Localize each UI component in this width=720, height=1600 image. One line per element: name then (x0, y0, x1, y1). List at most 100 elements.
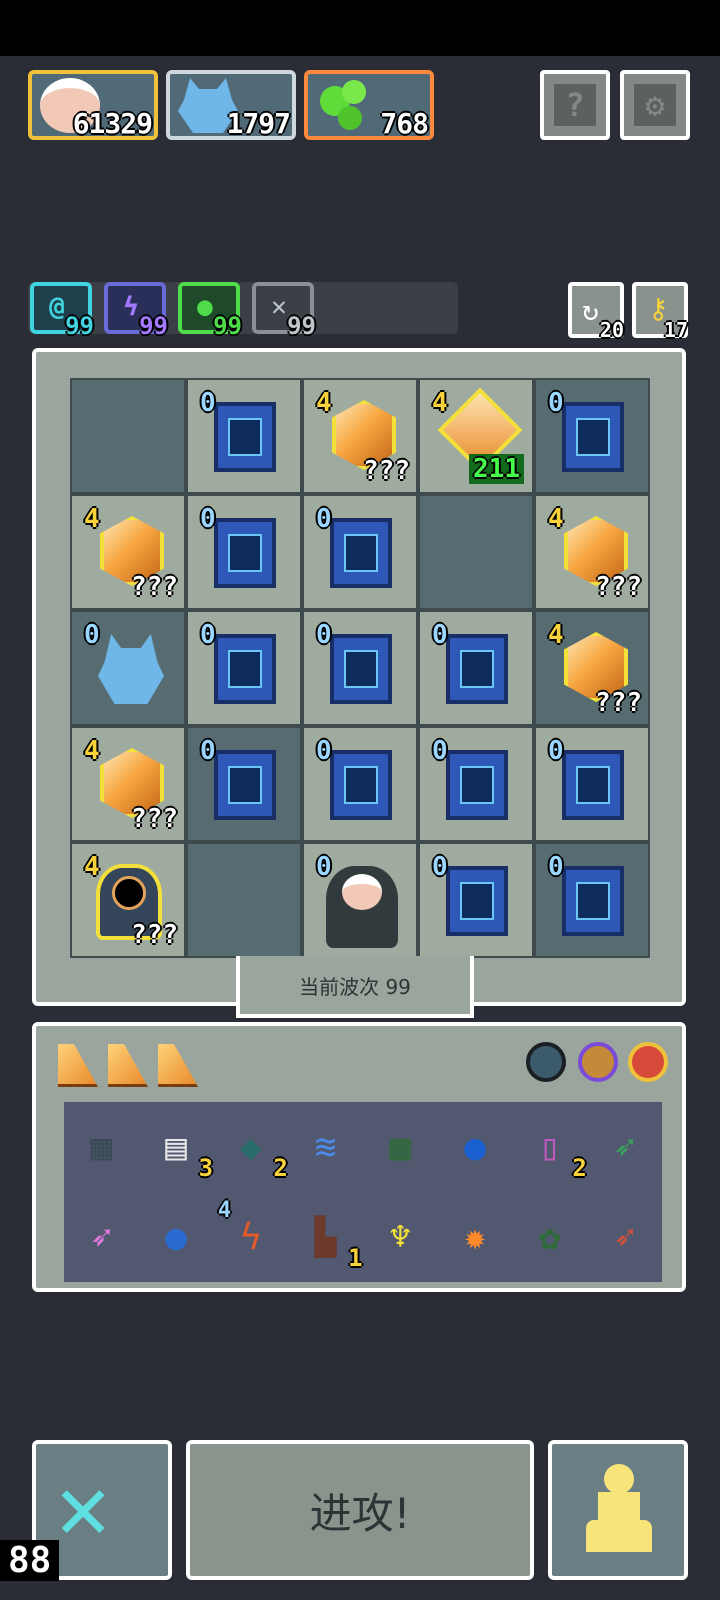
shrine-icon (562, 866, 624, 936)
board-cell-hero[interactable]: 0 (302, 842, 418, 958)
inventory-item-arrow-pink[interactable]: ➶ (72, 1208, 130, 1266)
cell-unknown-value: ??? (595, 572, 642, 602)
cell-level: 0 (200, 504, 216, 534)
scroll-icon: ▤ (165, 1126, 187, 1168)
shrine-icon (330, 634, 392, 704)
inventory-item-leaf-tile[interactable]: ▩ (371, 1118, 429, 1176)
shrine-icon (214, 518, 276, 588)
board-cell-empty[interactable] (418, 494, 534, 610)
cell-unknown-value: ??? (131, 920, 178, 950)
buff-lightning-value: 99 (139, 312, 168, 340)
board-cell-crystal[interactable]: 4??? (302, 378, 418, 494)
water-tile-icon: ● (464, 1126, 486, 1168)
resource-monster-value: 1797 (226, 107, 291, 140)
buff-lightning[interactable]: ϟ 99 (104, 282, 168, 340)
board-cell-empty[interactable] (70, 378, 186, 494)
cell-unknown-value: ??? (595, 688, 642, 718)
board-cell-crystal[interactable]: 4??? (70, 494, 186, 610)
board-cell-shrine[interactable]: 0 (418, 610, 534, 726)
rotate-count: 20 (599, 318, 624, 342)
cell-level: 0 (200, 736, 216, 766)
item-count: 3 (198, 1154, 214, 1182)
inventory-item-drop[interactable]: ● (147, 1208, 205, 1266)
inventory-item-rose-tile[interactable]: ✿ (521, 1208, 579, 1266)
pawn-icon (586, 1464, 652, 1554)
wave-label: 当前波次 99 (236, 956, 474, 1018)
board-cell-shrine[interactable]: 0 (302, 494, 418, 610)
lightning-tile-icon: ϟ (240, 1216, 262, 1258)
resource-monster: 1797 (166, 70, 296, 140)
resource-slime: 768 (304, 70, 434, 140)
cell-level: 4 (548, 620, 564, 650)
board-cell-shrine[interactable]: 0 (418, 726, 534, 842)
board-cell-diamond[interactable]: 4 211 (418, 378, 534, 494)
board-cell-shrine[interactable]: 0 (418, 842, 534, 958)
board-cell-crystal[interactable]: 4??? (534, 494, 650, 610)
cell-level: 0 (316, 736, 332, 766)
buff-leaf-value: 99 (213, 312, 242, 340)
board-cell-shrine[interactable]: 0 (302, 610, 418, 726)
attack-button[interactable]: 进攻! (186, 1440, 534, 1580)
board-grid: 0 4??? 4 211 0 4??? 0 0 4??? 0 0 0 0 4??? 4??? 0 0 0 0 4???… (70, 378, 650, 958)
fps-counter: 88 (0, 1540, 60, 1581)
board-cell-shrine[interactable]: 0 (186, 494, 302, 610)
inventory-item-boot[interactable]: ▙ 1 (297, 1208, 363, 1273)
shrine-icon (330, 750, 392, 820)
inventory-item-stone-tile[interactable]: ▦ (72, 1118, 130, 1176)
profile-button[interactable] (548, 1440, 688, 1580)
board-cell-portal[interactable]: 4??? (70, 842, 186, 958)
gear-icon: ⚙ (634, 84, 676, 126)
board-cell-shrine[interactable]: 0 (302, 726, 418, 842)
board-cell-crystal[interactable]: 4??? (70, 726, 186, 842)
resource-portrait-value: 61329 (72, 107, 153, 140)
inventory-item-water-tile[interactable]: ● (446, 1118, 504, 1176)
board-cell-shrine[interactable]: 0 (534, 842, 650, 958)
board-cell-shrine[interactable]: 0 (186, 610, 302, 726)
buff-spiral[interactable]: @ 99 (30, 282, 94, 340)
shrine-icon (214, 402, 276, 472)
cell-level: 4 (432, 388, 448, 418)
inventory-item-arrow-red[interactable]: ➶ (596, 1208, 654, 1266)
shrine-icon (446, 866, 508, 936)
cell-level: 0 (84, 620, 100, 650)
board-cell-shrine[interactable]: 0 (534, 378, 650, 494)
inventory-item-arrow-green[interactable]: ➶ (596, 1118, 654, 1176)
inventory-item-fire-tile[interactable]: ✹ (446, 1208, 504, 1266)
item-level: 4 (217, 1198, 232, 1223)
key-button[interactable]: ⚷ 17 (632, 282, 688, 342)
inventory-item-goblet[interactable]: ♆ (371, 1208, 429, 1266)
inventory-item-wave[interactable]: ≋ (297, 1118, 355, 1176)
cell-level: 4 (316, 388, 332, 418)
shrine-icon (214, 634, 276, 704)
rotate-icon: ↻ (582, 294, 599, 327)
board-cell-shrine[interactable]: 0 (186, 726, 302, 842)
inventory-item-scroll[interactable]: ▤ 3 (147, 1118, 213, 1183)
ring-icon[interactable] (578, 1042, 618, 1082)
potion-icon: ▯ (539, 1126, 561, 1168)
board-cell-shrine[interactable]: 0 (186, 378, 302, 494)
item-count: 1 (348, 1244, 363, 1272)
rotate-button[interactable]: ↻ 20 (568, 282, 624, 342)
shrine-icon (562, 750, 624, 820)
shrine-icon (446, 750, 508, 820)
board-cell-monster[interactable]: 0 (70, 610, 186, 726)
buff-sword[interactable]: ✕ 99 (252, 282, 316, 340)
buff-leaf[interactable]: ● 99 (178, 282, 242, 340)
amulet-icon[interactable] (628, 1042, 668, 1082)
beetle-icon[interactable] (526, 1042, 566, 1082)
board-cell-empty[interactable] (186, 842, 302, 958)
settings-button[interactable]: ⚙ (620, 70, 690, 140)
cell-level: 0 (432, 620, 448, 650)
board-cell-shrine[interactable]: 0 (534, 726, 650, 842)
cell-unknown-value: ??? (131, 572, 178, 602)
arrow-green-icon: ➶ (613, 1126, 636, 1168)
inventory-item-lightning-tile[interactable]: ϟ4 (218, 1198, 280, 1266)
buff-sword-value: 99 (287, 312, 316, 340)
help-button[interactable]: ? (540, 70, 610, 140)
crossed-swords-icon: ✕ (56, 1455, 111, 1560)
inventory-item-potion[interactable]: ▯ 2 (521, 1118, 587, 1183)
question-icon: ? (554, 84, 596, 126)
board-cell-crystal[interactable]: 4??? (534, 610, 650, 726)
cell-level: 4 (84, 504, 100, 534)
inventory-item-gem-heart[interactable]: ◆ 2 (222, 1118, 288, 1183)
